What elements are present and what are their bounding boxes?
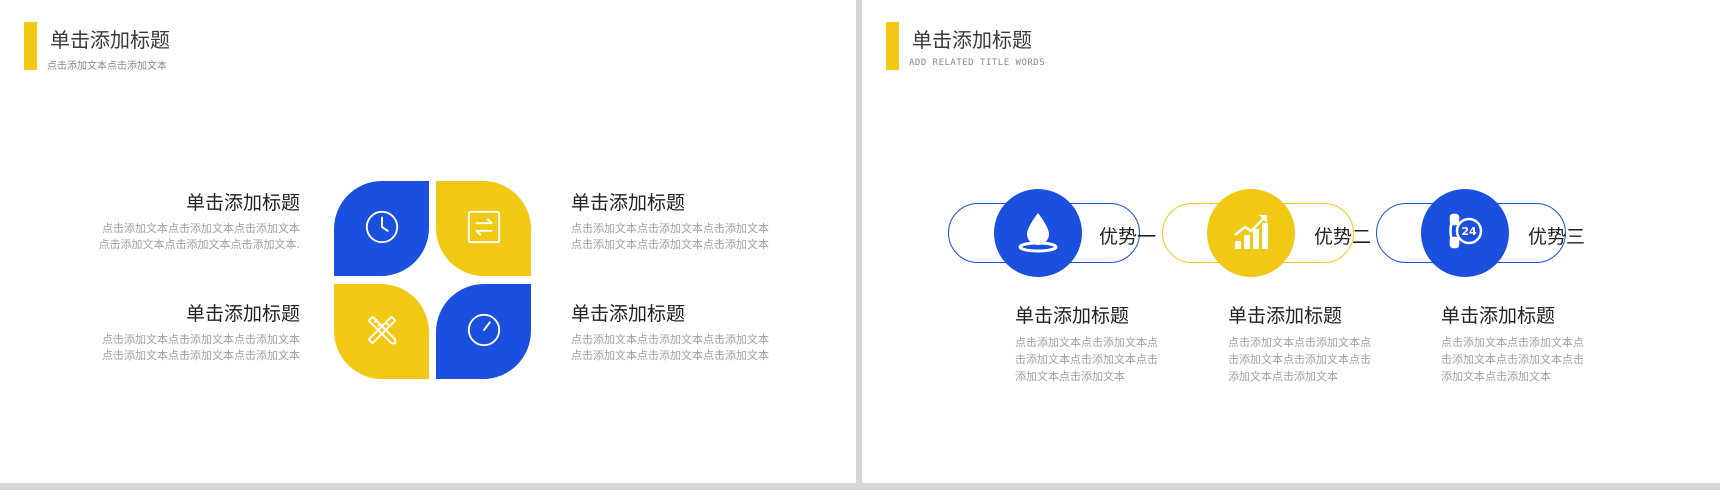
- phone-24-icon: 24: [1441, 207, 1489, 259]
- title-accent-bar: [24, 22, 37, 70]
- pencil-ruler-icon: [363, 311, 401, 353]
- petal-top-left: [334, 181, 429, 276]
- svg-text:24: 24: [1461, 225, 1477, 238]
- clock-icon: [363, 208, 401, 250]
- block-text: 点击添加文本点击添加文本点击添加文本点击添加文本点击添加文本点击添加文本: [1441, 336, 1584, 383]
- block-text: 点击添加文本点击添加文本点击添加文本点击添加文本点击添加文本点击添加文本: [1228, 336, 1371, 383]
- advantage-circle-1: [994, 189, 1082, 277]
- advantage-label-3: 优势三: [1528, 226, 1586, 248]
- block-text: 点击添加文本点击添加文本点击添加文本 点击添加文本点击添加文本点击添加文本: [102, 333, 300, 362]
- block-text: 点击添加文本点击添加文本点击添加文本 点击添加文本点击添加文本点击添加文本.: [98, 222, 301, 251]
- text-block-bottom-left: 单击添加标题 点击添加文本点击添加文本点击添加文本 点击添加文本点击添加文本点击…: [102, 299, 300, 364]
- slide-title: 单击添加标题: [912, 28, 1032, 52]
- petal-bottom-left: [334, 284, 429, 379]
- block-title: 单击添加标题: [1228, 305, 1343, 327]
- block-text: 点击添加文本点击添加文本点击添加文本 点击添加文本点击添加文本点击添加文本: [571, 333, 769, 362]
- growth-chart-icon: [1227, 207, 1275, 259]
- advantage-label-2: 优势二: [1314, 226, 1372, 248]
- petal-top-right: [436, 181, 531, 276]
- block-title: 单击添加标题: [571, 192, 686, 214]
- slide-subtitle: 点击添加文本点击添加文本: [47, 61, 167, 72]
- advantage-text-block-3: 单击添加标题 点击添加文本点击添加文本点击添加文本点击添加文本点击添加文本点击添…: [1441, 301, 1591, 385]
- text-block-top-right: 单击添加标题 点击添加文本点击添加文本点击添加文本 点击添加文本点击添加文本点击…: [571, 188, 769, 253]
- petal-bottom-right: [436, 284, 531, 379]
- swap-arrows-icon: [465, 208, 503, 250]
- advantage-label-1: 优势一: [1099, 226, 1157, 248]
- block-text: 点击添加文本点击添加文本点击添加文本 点击添加文本点击添加文本点击添加文本: [571, 222, 769, 251]
- block-title: 单击添加标题: [1015, 305, 1130, 327]
- slide-subtitle: ADD RELATED TITLE WORDS: [909, 58, 1046, 68]
- block-text: 点击添加文本点击添加文本点击添加文本点击添加文本点击添加文本点击添加文本: [1015, 336, 1158, 383]
- advantage-circle-3: 24: [1421, 189, 1509, 277]
- title-accent-bar: [886, 22, 899, 70]
- advantage-text-block-1: 单击添加标题 点击添加文本点击添加文本点击添加文本点击添加文本点击添加文本点击添…: [1015, 301, 1165, 385]
- clock-icon: [465, 311, 503, 353]
- slide-title: 单击添加标题: [50, 28, 170, 52]
- block-title: 单击添加标题: [185, 192, 300, 214]
- advantage-text-block-2: 单击添加标题 点击添加文本点击添加文本点击添加文本点击添加文本点击添加文本点击添…: [1228, 301, 1378, 385]
- water-drop-icon: [1014, 207, 1062, 259]
- text-block-bottom-right: 单击添加标题 点击添加文本点击添加文本点击添加文本 点击添加文本点击添加文本点击…: [571, 299, 769, 364]
- block-title: 单击添加标题: [1441, 305, 1556, 327]
- text-block-top-left: 单击添加标题 点击添加文本点击添加文本点击添加文本 点击添加文本点击添加文本点击…: [99, 188, 301, 253]
- block-title: 单击添加标题: [571, 303, 686, 325]
- slide-left: 单击添加标题 点击添加文本点击添加文本 单击添加标题 点击添加文本点击添加文本点…: [0, 0, 856, 483]
- block-title: 单击添加标题: [185, 303, 300, 325]
- advantage-circle-2: [1207, 189, 1295, 277]
- slide-right: 单击添加标题 ADD RELATED TITLE WORDS 优势一 优势二 2…: [862, 0, 1720, 483]
